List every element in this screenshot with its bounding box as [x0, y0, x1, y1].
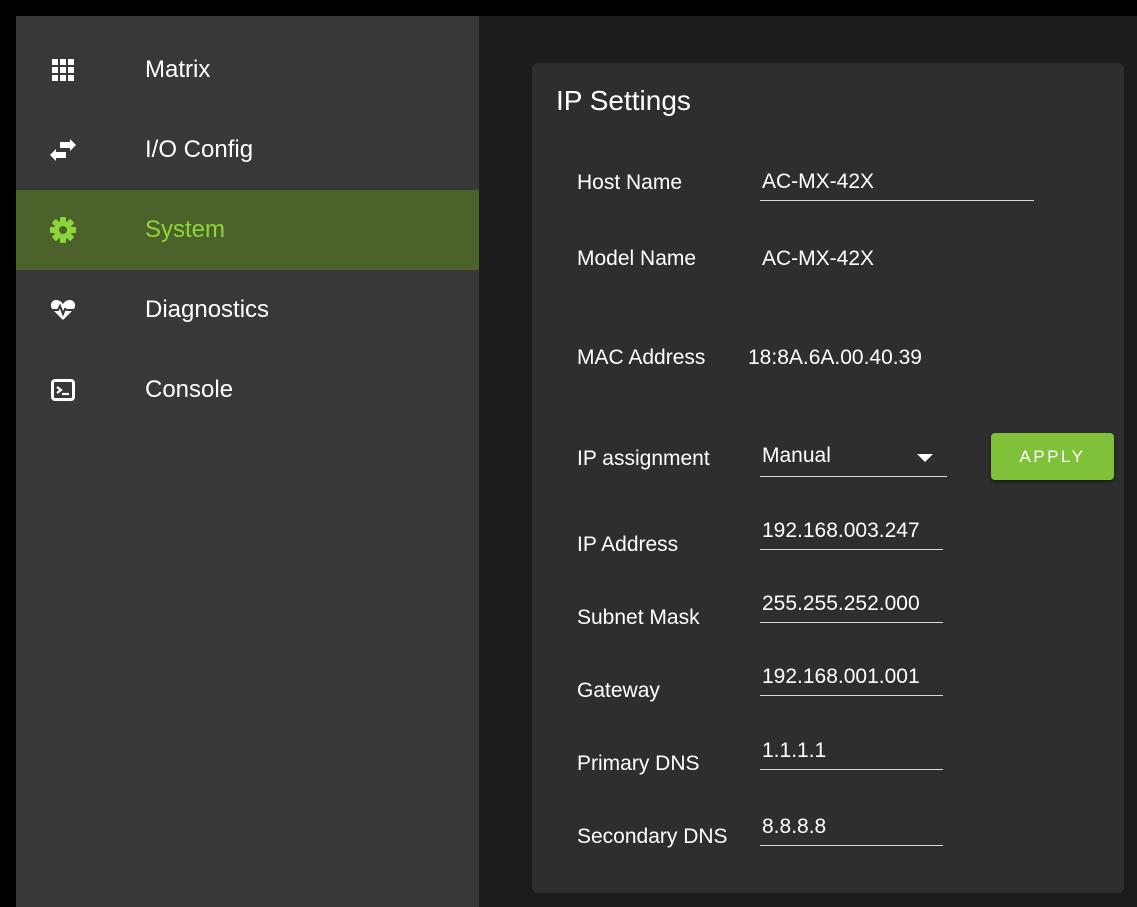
- model-name-label: Model Name: [577, 247, 697, 270]
- sidebar-item-label: I/O Config: [145, 136, 254, 163]
- terminal-icon: [50, 377, 76, 403]
- primary-dns-input[interactable]: 1.1.1.1: [760, 739, 943, 770]
- sidebar-item-label: Console: [145, 376, 234, 403]
- ip-assignment-select[interactable]: Manual: [760, 442, 947, 477]
- ip-address-label: IP Address: [577, 533, 679, 556]
- sidebar-item-console[interactable]: Console: [16, 350, 479, 430]
- primary-dns-label: Primary DNS: [577, 752, 700, 775]
- gateway-input[interactable]: 192.168.001.001: [760, 665, 943, 696]
- sidebar-item-label: Matrix: [145, 56, 211, 83]
- ip-assignment-label: IP assignment: [577, 447, 710, 470]
- mac-address-value: 18:8A.6A.00.40.39: [748, 346, 922, 369]
- apply-button[interactable]: APPLY: [991, 433, 1114, 480]
- ip-address-value: 192.168.003.247: [762, 519, 920, 542]
- swap-arrows-icon: [50, 137, 76, 163]
- gateway-value: 192.168.001.001: [762, 665, 920, 688]
- grid-icon: [50, 57, 76, 83]
- host-name-input[interactable]: AC-MX-42X: [760, 170, 1034, 201]
- mac-address-label: MAC Address: [577, 346, 706, 369]
- host-name-value: AC-MX-42X: [762, 170, 875, 193]
- subnet-mask-input[interactable]: 255.255.252.000: [760, 592, 943, 623]
- sidebar-item-label: System: [145, 216, 226, 243]
- sidebar-item-diagnostics[interactable]: Diagnostics: [16, 270, 479, 350]
- ip-address-input[interactable]: 192.168.003.247: [760, 519, 943, 550]
- sidebar-item-system[interactable]: System: [16, 190, 479, 270]
- sidebar: Matrix I/O Config System Diagnostics Con…: [16, 16, 479, 907]
- ip-settings-card: IP Settings Host Name AC-MX-42X Model Na…: [532, 63, 1124, 893]
- primary-dns-value: 1.1.1.1: [762, 739, 827, 762]
- sidebar-item-label: Diagnostics: [145, 296, 270, 323]
- chevron-down-icon: [917, 454, 933, 462]
- secondary-dns-label: Secondary DNS: [577, 825, 728, 848]
- secondary-dns-input[interactable]: 8.8.8.8: [760, 815, 943, 846]
- gear-icon: [50, 217, 76, 243]
- ip-assignment-value: Manual: [762, 444, 831, 467]
- window-frame: Matrix I/O Config System Diagnostics Con…: [0, 0, 1137, 907]
- gateway-label: Gateway: [577, 679, 660, 702]
- card-title: IP Settings: [556, 85, 691, 116]
- app-window: Matrix I/O Config System Diagnostics Con…: [16, 16, 1137, 907]
- subnet-mask-value: 255.255.252.000: [762, 592, 920, 615]
- sidebar-item-io-config[interactable]: I/O Config: [16, 110, 479, 190]
- model-name-value: AC-MX-42X: [762, 247, 875, 270]
- host-name-label: Host Name: [577, 171, 683, 194]
- sidebar-item-matrix[interactable]: Matrix: [16, 30, 479, 110]
- secondary-dns-value: 8.8.8.8: [762, 815, 827, 838]
- subnet-mask-label: Subnet Mask: [577, 606, 700, 629]
- heart-pulse-icon: [50, 297, 76, 323]
